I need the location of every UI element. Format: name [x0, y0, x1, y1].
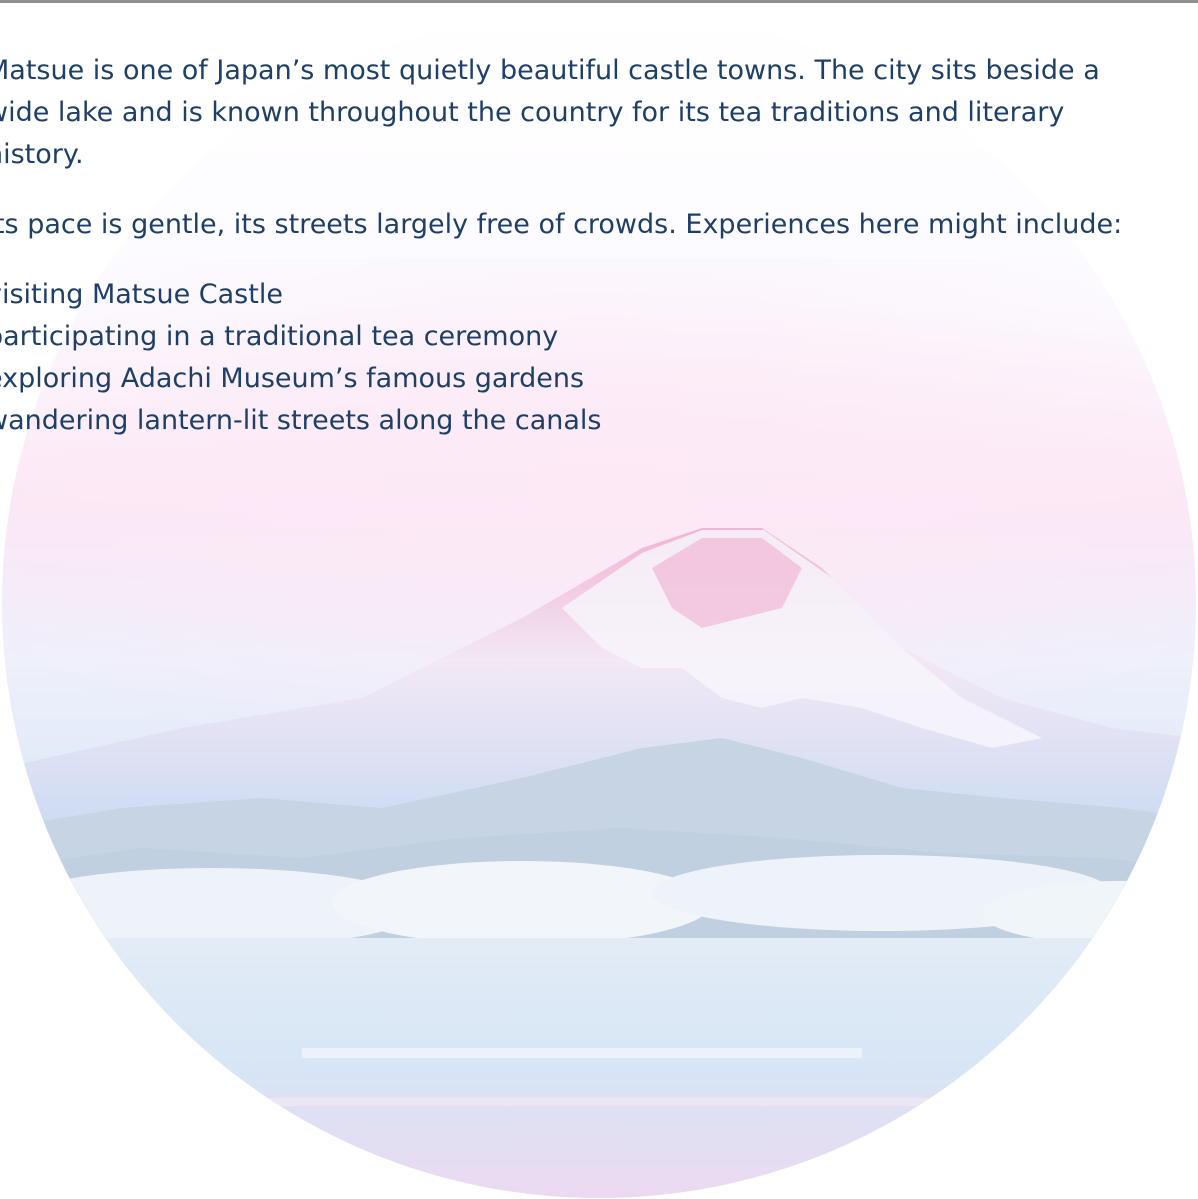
- top-divider: [0, 0, 1198, 3]
- list-item: wandering lantern-lit streets along the …: [0, 405, 602, 436]
- list-item: visiting Matsue Castle: [0, 279, 283, 310]
- intro-paragraph: Matsue is one of Japan’s most quietly be…: [0, 55, 1100, 170]
- experiences-list: visiting Matsue Castle participating in …: [0, 274, 1196, 442]
- article-body: Matsue is one of Japan’s most quietly be…: [0, 50, 1196, 442]
- list-item: exploring Adachi Museum’s famous gardens: [0, 363, 585, 394]
- pace-paragraph: Its pace is gentle, its streets largely …: [0, 209, 1123, 240]
- list-item: participating in a traditional tea cerem…: [0, 321, 559, 352]
